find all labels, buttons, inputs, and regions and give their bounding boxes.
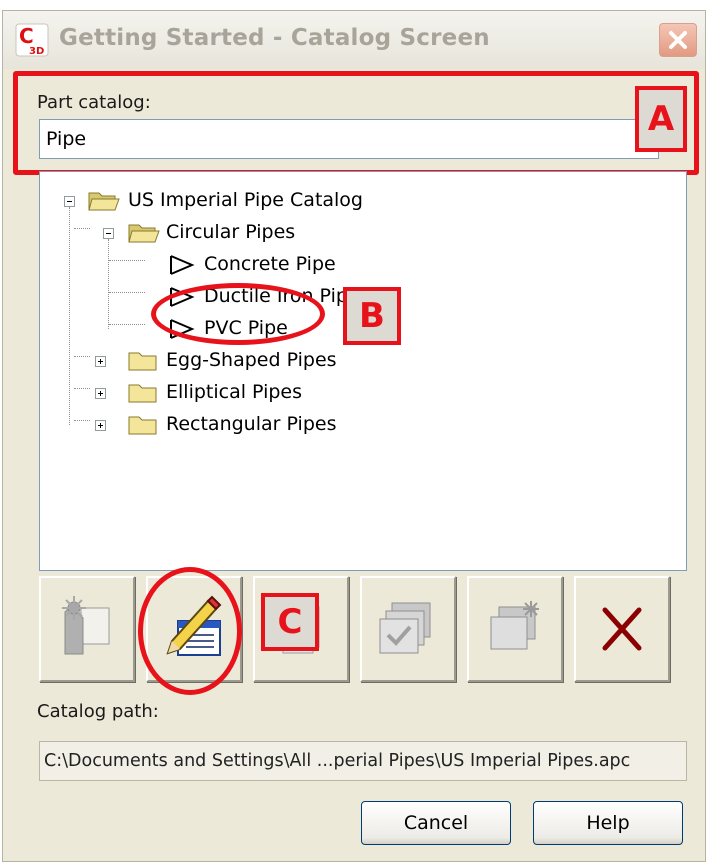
catalog-path-label: Catalog path:: [37, 701, 159, 722]
catalog-path-value: C:\Documents and Settings\All ...perial …: [44, 751, 631, 771]
tree-node-concrete-pipe[interactable]: Concrete Pipe: [40, 250, 680, 280]
tree-node-label: Rectangular Pipes: [166, 413, 337, 435]
open-folder-icon: [88, 192, 120, 211]
open-folder-icon: [128, 224, 160, 243]
collapse-toggle[interactable]: [103, 228, 114, 239]
check-icon: [379, 602, 431, 654]
window-title: Getting Started - Catalog Screen: [59, 25, 490, 51]
tree-node-label: Elliptical Pipes: [166, 381, 303, 403]
tree-node-us-imperial-catalog[interactable]: US Imperial Pipe Catalog: [40, 186, 680, 216]
tree-node-label: Concrete Pipe: [204, 253, 336, 275]
expand-toggle[interactable]: [95, 356, 106, 367]
delete-icon: [602, 607, 642, 651]
new-part-button[interactable]: [39, 576, 135, 682]
annotation-label-a: A: [635, 86, 687, 152]
civil3d-app-icon: C 3D: [15, 23, 49, 57]
new-part-icon: [62, 596, 110, 655]
svg-text:C: C: [19, 24, 34, 48]
delete-part-button[interactable]: [574, 576, 670, 682]
part-family-icon: [170, 255, 195, 275]
tree-node-elliptical-pipes[interactable]: Elliptical Pipes: [40, 378, 680, 408]
catalog-path-field: C:\Documents and Settings\All ...perial …: [39, 741, 687, 781]
tree-node-label: Circular Pipes: [166, 221, 296, 243]
close-button[interactable]: [659, 23, 697, 57]
folder-icon: [128, 352, 157, 371]
catalog-dialog: C 3D Getting Started - Catalog Screen Pa…: [2, 10, 706, 862]
folder-icon: [128, 384, 157, 403]
svg-text:3D: 3D: [29, 46, 44, 57]
expand-toggle[interactable]: [95, 388, 106, 399]
annotation-box-a: [13, 71, 699, 175]
regenerate-icon: [490, 601, 539, 650]
tree-node-rectangular-pipes[interactable]: Rectangular Pipes: [40, 410, 680, 440]
part-tree[interactable]: US Imperial Pipe Catalog Circular Pipes …: [39, 171, 687, 571]
collapse-toggle[interactable]: [64, 196, 75, 207]
folder-icon: [128, 416, 157, 435]
regenerate-part-button[interactable]: [467, 576, 563, 682]
cancel-button[interactable]: Cancel: [361, 801, 511, 845]
validate-part-button[interactable]: [360, 576, 456, 682]
tree-node-circular-pipes[interactable]: Circular Pipes: [40, 218, 680, 248]
annotation-label-b: B: [343, 287, 401, 345]
annotation-ellipse-c: [138, 567, 242, 695]
tree-node-egg-shaped-pipes[interactable]: Egg-Shaped Pipes: [40, 346, 680, 376]
annotation-label-c: C: [261, 593, 319, 651]
tree-node-label: US Imperial Pipe Catalog: [128, 189, 363, 211]
annotation-ellipse-b: [151, 283, 325, 345]
tree-node-label: Egg-Shaped Pipes: [166, 349, 337, 371]
title-bar[interactable]: C 3D Getting Started - Catalog Screen: [3, 11, 705, 69]
help-button[interactable]: Help: [533, 801, 683, 845]
close-icon: [669, 31, 687, 49]
expand-toggle[interactable]: [95, 420, 106, 431]
